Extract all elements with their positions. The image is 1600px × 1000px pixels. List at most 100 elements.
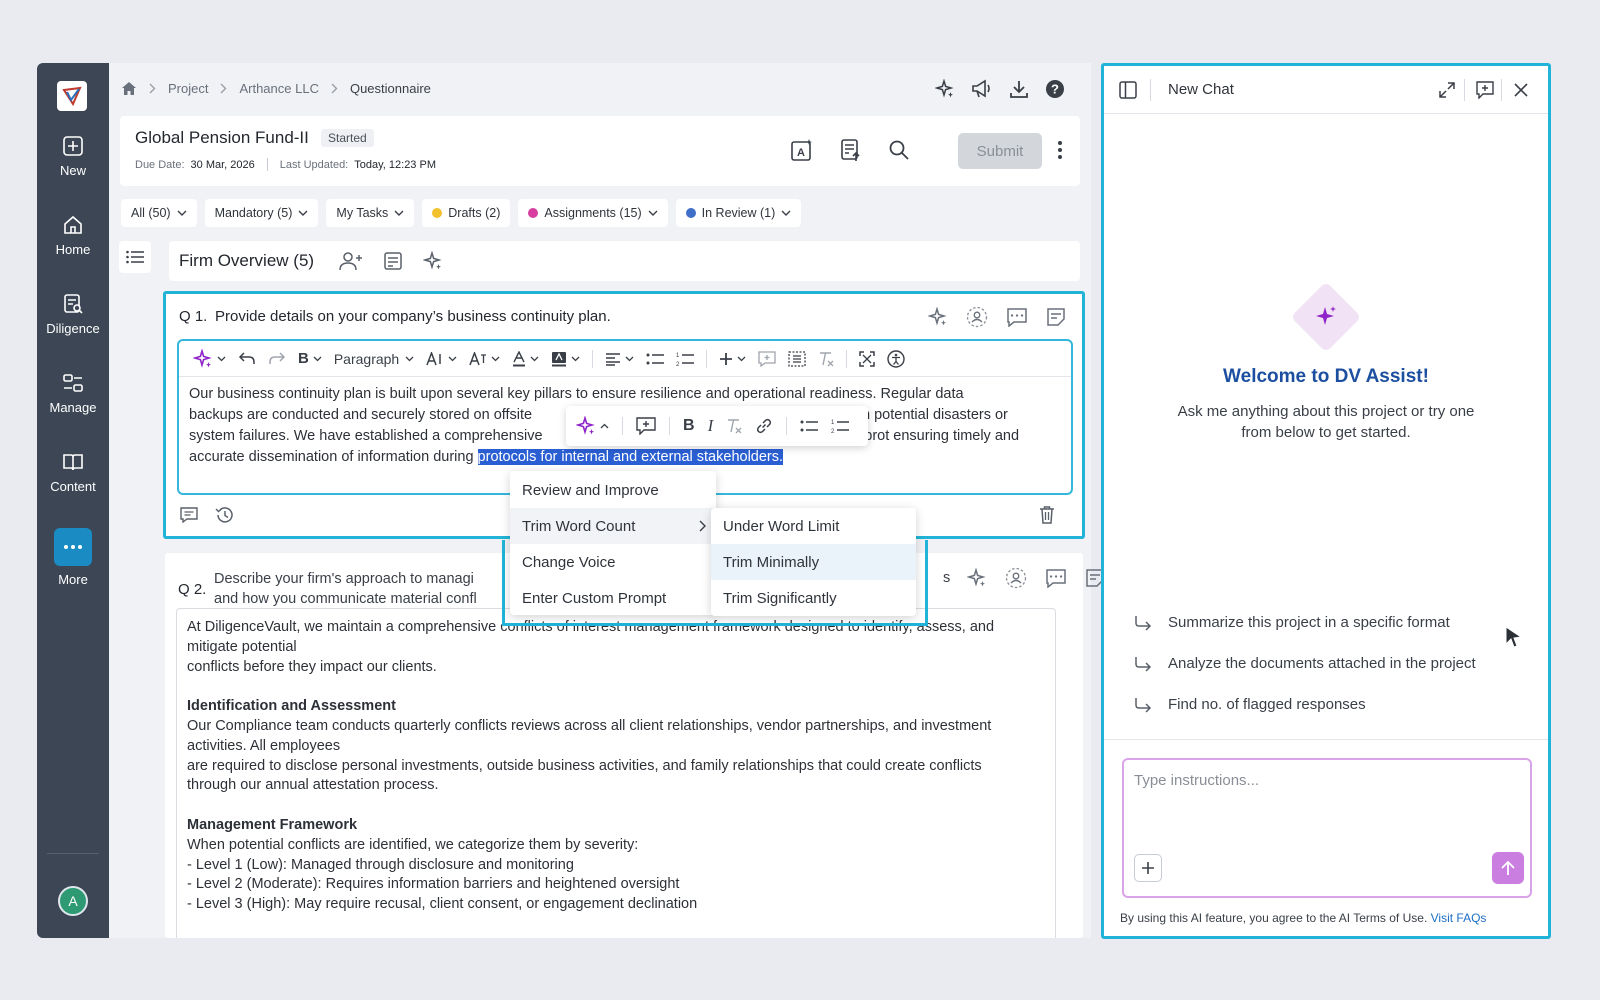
history-icon[interactable] bbox=[214, 506, 234, 524]
submit-button[interactable]: Submit bbox=[958, 133, 1042, 169]
submenu-item-under-word-limit[interactable]: Under Word Limit bbox=[711, 508, 916, 544]
menu-item-trim-word-count[interactable]: Trim Word Count bbox=[510, 508, 716, 544]
chevron-down-icon bbox=[648, 210, 658, 216]
avatar[interactable]: A bbox=[58, 886, 88, 916]
close-icon[interactable] bbox=[1514, 83, 1528, 97]
menu-item-review-improve[interactable]: Review and Improve bbox=[510, 472, 716, 508]
submenu-item-trim-significantly[interactable]: Trim Significantly bbox=[711, 580, 916, 616]
breadcrumb-current: Questionnaire bbox=[349, 81, 431, 96]
filter-all[interactable]: All (50) bbox=[121, 199, 197, 227]
answer-text-q2[interactable]: At DiligenceVault, we maintain a compreh… bbox=[176, 608, 1056, 938]
numbered-list-icon[interactable]: 12 bbox=[831, 418, 850, 434]
font-size-dropdown[interactable] bbox=[426, 351, 457, 366]
help-icon[interactable]: ? bbox=[1045, 79, 1065, 99]
filter-in-review[interactable]: In Review (1) bbox=[675, 199, 802, 227]
font-family-dropdown[interactable] bbox=[469, 351, 500, 366]
new-chat-icon[interactable] bbox=[1476, 81, 1494, 99]
fullscreen-icon[interactable] bbox=[859, 350, 875, 367]
app-logo[interactable] bbox=[57, 81, 87, 111]
menu-item-change-voice[interactable]: Change Voice bbox=[510, 544, 716, 580]
ai-sparkle-icon[interactable] bbox=[423, 251, 443, 271]
sidebar-item-diligence[interactable]: Diligence bbox=[37, 293, 109, 336]
filter-label: Mandatory (5) bbox=[214, 206, 293, 220]
filter-drafts[interactable]: Drafts (2) bbox=[422, 199, 511, 227]
assign-users-icon[interactable] bbox=[339, 251, 363, 271]
notes-icon[interactable] bbox=[1046, 307, 1066, 327]
chat-input[interactable]: Type instructions... bbox=[1122, 758, 1532, 898]
search-icon[interactable] bbox=[888, 139, 910, 161]
breadcrumb-company[interactable]: Arthance LLC bbox=[239, 81, 319, 96]
megaphone-icon[interactable] bbox=[971, 79, 993, 99]
export-doc-icon[interactable] bbox=[840, 138, 862, 162]
home-icon[interactable] bbox=[121, 81, 137, 96]
ai-sparkle-icon[interactable] bbox=[935, 79, 955, 99]
comment-icon[interactable] bbox=[1006, 307, 1028, 327]
undo-icon[interactable] bbox=[238, 351, 256, 366]
delete-icon[interactable] bbox=[1039, 506, 1055, 524]
notes-icon[interactable] bbox=[383, 251, 403, 271]
download-icon[interactable] bbox=[1009, 79, 1029, 99]
answer-line: system failures. We have established a c… bbox=[189, 428, 543, 444]
redo-icon[interactable] bbox=[268, 351, 286, 366]
arrow-up-icon bbox=[1501, 860, 1515, 876]
numbered-list-icon[interactable]: 12 bbox=[676, 351, 695, 367]
assign-user-icon[interactable] bbox=[1005, 567, 1027, 589]
sidebar-item-new[interactable]: New bbox=[37, 135, 109, 178]
sidebar-item-label: Home bbox=[55, 242, 91, 257]
bold-icon[interactable]: B bbox=[683, 417, 695, 435]
ai-sparkle-icon bbox=[576, 416, 596, 436]
italic-icon[interactable]: I bbox=[708, 416, 714, 436]
suggestion-item[interactable]: Find no. of flagged responses bbox=[1134, 696, 1366, 713]
sidebar-item-content[interactable]: Content bbox=[37, 451, 109, 494]
insert-comment-icon[interactable] bbox=[758, 350, 776, 367]
clear-format-icon[interactable] bbox=[726, 418, 742, 434]
suggestion-item[interactable]: Summarize this project in a specific for… bbox=[1134, 614, 1450, 631]
sidebar-item-more[interactable]: More bbox=[37, 528, 109, 587]
align-dropdown[interactable] bbox=[605, 352, 634, 366]
insert-comment-icon[interactable] bbox=[636, 417, 656, 435]
select-all-icon[interactable] bbox=[788, 350, 806, 367]
diligence-icon bbox=[62, 293, 84, 315]
comment-icon[interactable] bbox=[1045, 568, 1067, 588]
ai-sparkle-icon[interactable] bbox=[928, 307, 948, 327]
ai-actions-menu: Review and Improve Trim Word Count Chang… bbox=[510, 471, 716, 615]
ai-sparkle-icon[interactable] bbox=[967, 568, 987, 588]
sidebar-item-home[interactable]: Home bbox=[37, 214, 109, 257]
expand-icon[interactable] bbox=[1439, 82, 1455, 98]
font-color-dropdown[interactable] bbox=[512, 350, 539, 367]
suggestion-label: Find no. of flagged responses bbox=[1168, 696, 1366, 713]
sidebar-item-manage[interactable]: Manage bbox=[37, 372, 109, 415]
ai-assist-dropdown[interactable] bbox=[576, 416, 609, 436]
paragraph-style-select[interactable]: Paragraph bbox=[334, 351, 414, 367]
section-list-button[interactable] bbox=[119, 241, 151, 273]
insert-dropdown[interactable] bbox=[719, 352, 746, 366]
answer-subheading: Management Framework bbox=[187, 816, 358, 833]
submenu-item-trim-minimally[interactable]: Trim Minimally bbox=[711, 544, 916, 580]
bullet-list-icon[interactable] bbox=[800, 419, 819, 433]
highlight-icon bbox=[551, 351, 567, 367]
bold-dropdown[interactable]: B bbox=[298, 350, 322, 367]
kebab-menu-icon[interactable] bbox=[1057, 140, 1063, 160]
highlight-color-dropdown[interactable] bbox=[551, 351, 580, 367]
sidebar-toggle-icon[interactable] bbox=[1119, 81, 1137, 99]
accessibility-icon[interactable] bbox=[887, 349, 905, 368]
selected-text[interactable]: protocols for internal and external stak… bbox=[477, 449, 784, 465]
link-icon[interactable] bbox=[755, 417, 773, 435]
comment-icon[interactable] bbox=[180, 507, 198, 523]
filter-my-tasks[interactable]: My Tasks bbox=[326, 199, 415, 227]
attach-button[interactable] bbox=[1134, 854, 1162, 882]
filter-mandatory[interactable]: Mandatory (5) bbox=[204, 199, 319, 227]
suggestion-item[interactable]: Analyze the documents attached in the pr… bbox=[1134, 655, 1476, 672]
ai-assist-dropdown[interactable] bbox=[193, 348, 226, 369]
assign-user-icon[interactable] bbox=[966, 306, 988, 328]
menu-item-custom-prompt[interactable]: Enter Custom Prompt bbox=[510, 580, 716, 616]
ai-text-icon[interactable]: A bbox=[790, 138, 814, 162]
clear-format-icon[interactable] bbox=[818, 351, 834, 367]
breadcrumb-project[interactable]: Project bbox=[168, 81, 208, 96]
send-button[interactable] bbox=[1492, 852, 1524, 884]
bullet-list-icon[interactable] bbox=[646, 352, 665, 366]
filter-assignments[interactable]: Assignments (15) bbox=[518, 199, 668, 227]
filter-label: All (50) bbox=[131, 206, 171, 220]
answer-line: - Level 2 (Moderate): Requires informati… bbox=[187, 876, 680, 893]
faq-link[interactable]: Visit FAQs bbox=[1431, 911, 1487, 925]
